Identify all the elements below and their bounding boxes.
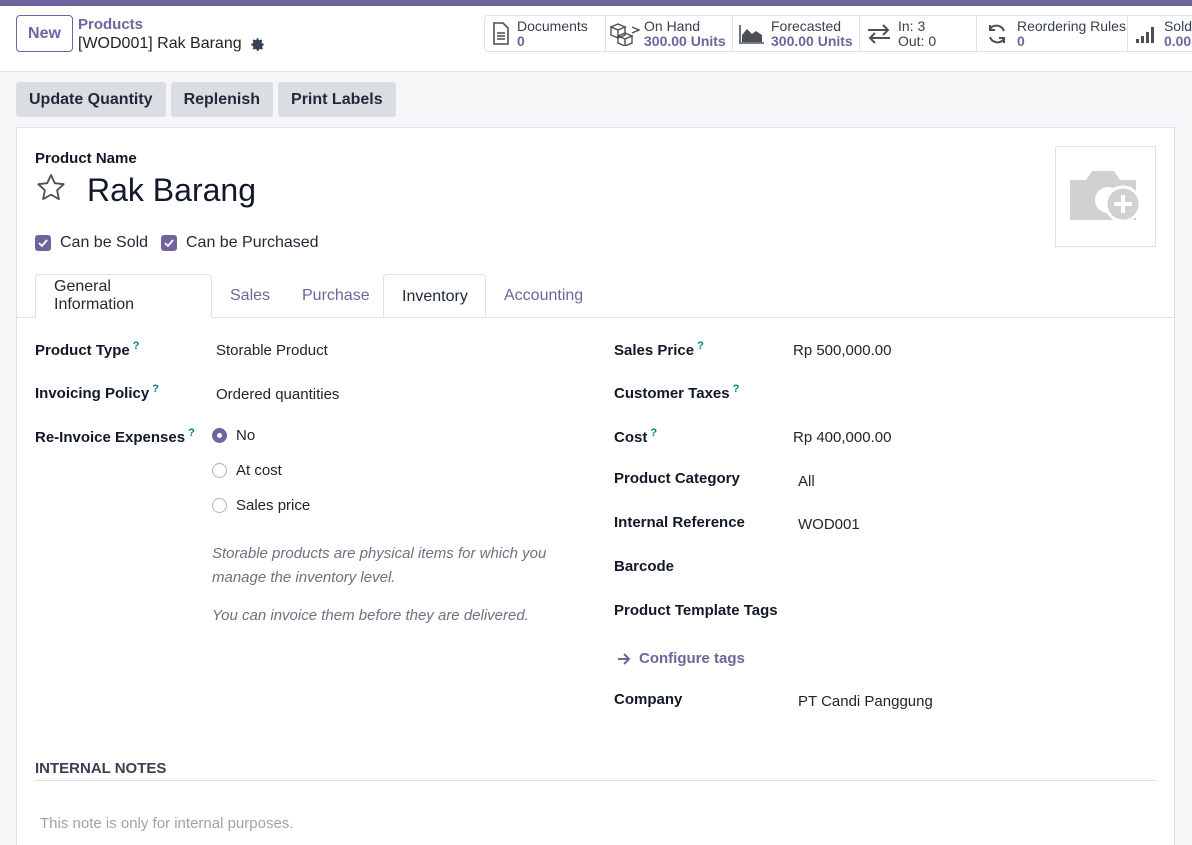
control-panel: New Products [WOD001] Rak Barang Documen… [0,6,1192,72]
breadcrumb-products-link[interactable]: Products [78,16,143,33]
tab-accounting[interactable]: Accounting [486,274,601,318]
sales-price-label-text: Sales Price [614,342,695,359]
new-button[interactable]: New [16,15,73,52]
product-name-input[interactable]: Rak Barang [87,172,256,209]
replenish-button[interactable]: Replenish [170,82,274,117]
stat-label: Documents [517,17,588,34]
product-type-label-text: Product Type [35,342,130,359]
tab-purchase[interactable]: Purchase [284,274,388,318]
reinvoice-radio-at-cost[interactable]: At cost [212,462,282,479]
radio-label: At cost [236,462,282,479]
product-type-help-text: Storable products are physical items for… [212,545,547,586]
invoice-help-text: You can invoice them before they are del… [212,607,529,624]
company-select[interactable]: PT Candi Panggung [798,693,933,710]
company-label: Company [614,691,683,708]
arrow-right-icon [618,652,631,665]
breadcrumb-current-label: [WOD001] Rak Barang [78,35,242,52]
documents-stat-button[interactable]: Documents 0 [484,15,606,52]
invoicing-policy-label: Invoicing Policy? [35,383,159,402]
help-tooltip-icon[interactable]: ? [152,383,159,395]
radio-empty-icon [212,498,227,513]
internal-notes-input[interactable]: This note is only for internal purposes. [40,815,293,832]
customer-taxes-label: Customer Taxes? [614,383,739,402]
stat-label: Forecasted [771,17,842,34]
can-be-purchased-checkbox[interactable]: Can be Purchased [161,234,319,252]
reordering-rules-stat-button[interactable]: Reordering Rules 0 [976,15,1128,52]
can-be-purchased-label: Can be Purchased [186,234,319,251]
gear-icon[interactable] [250,37,265,52]
on-hand-stat-button[interactable]: On Hand 300.00 Units [605,15,733,52]
area-chart-icon [733,23,771,45]
internal-notes-divider [35,780,1156,781]
stat-value: 0 [517,32,525,49]
checkmark-icon [35,235,51,251]
stat-label: Sold [1163,17,1192,34]
tab-general-information[interactable]: General Information [35,274,212,318]
forecasted-stat-button[interactable]: Forecasted 300.00 Units [732,15,860,52]
sold-stat-button[interactable]: Sold 0.00 [1127,15,1192,52]
bar-signal-icon [1128,24,1164,44]
camera-add-icon [1069,170,1141,222]
stat-value: Out: 0 [898,32,937,49]
internal-reference-input[interactable]: WOD001 [798,516,860,533]
update-quantity-button[interactable]: Update Quantity [16,82,166,117]
reinvoice-radio-sales-price[interactable]: Sales price [212,497,310,514]
product-type-label: Product Type? [35,340,139,359]
internal-reference-label: Internal Reference [614,514,745,531]
reinvoice-radio-no[interactable]: No [212,427,255,444]
sales-price-input[interactable]: Rp 500,000.00 [793,342,891,359]
cost-label-text: Cost [614,429,648,446]
product-image-upload[interactable] [1055,146,1156,247]
tab-inventory[interactable]: Inventory [383,274,486,318]
configure-tags-link[interactable]: Configure tags [617,650,745,667]
can-be-sold-checkbox[interactable]: Can be Sold [35,234,148,252]
invoicing-policy-select[interactable]: Ordered quantities [216,386,339,403]
stat-value: 0.00 [1163,32,1192,49]
star-icon[interactable] [35,172,67,204]
product-template-tags-label: Product Template Tags [614,602,778,619]
configure-tags-label: Configure tags [639,650,745,667]
cubes-icon [606,22,644,46]
document-icon [485,21,517,46]
print-labels-button[interactable]: Print Labels [278,82,396,117]
help-tooltip-icon[interactable]: ? [133,340,140,352]
in-out-stat-button[interactable]: In: 3 Out: 0 [859,15,977,52]
help-tooltip-icon[interactable]: ? [697,340,704,352]
radio-label: No [236,427,256,444]
stat-label: Reordering Rules [1017,17,1126,34]
action-buttons: Update Quantity Replenish Print Labels [16,82,396,117]
arrows-exchange-icon [860,23,898,44]
checkmark-icon [161,235,177,251]
internal-notes-title: INTERNAL NOTES [35,760,167,777]
help-tooltip-icon[interactable]: ? [650,427,657,439]
stat-value: 300.00 Units [771,32,853,49]
radio-selected-icon [212,428,227,443]
stat-value: 300.00 Units [644,32,726,49]
invoicing-policy-label-text: Invoicing Policy [35,385,150,402]
product-category-label: Product Category [614,470,740,487]
help-tooltip-icon[interactable]: ? [188,427,195,439]
barcode-label: Barcode [614,558,675,575]
radio-label: Sales price [236,497,311,514]
product-category-select[interactable]: All [798,473,815,490]
help-tooltip-icon[interactable]: ? [733,383,740,395]
reinvoice-expenses-label: Re-Invoice Expenses? [35,427,195,446]
stat-label: On Hand [644,17,701,34]
can-be-sold-label: Can be Sold [60,234,149,251]
tab-sales[interactable]: Sales [212,274,288,318]
radio-empty-icon [212,463,227,478]
refresh-icon [977,23,1017,45]
sales-price-label: Sales Price? [614,340,704,359]
stat-value: 0 [1017,32,1025,49]
customer-taxes-label-text: Customer Taxes [614,385,730,402]
product-name-label: Product Name [35,150,137,167]
cost-label: Cost? [614,427,657,446]
stat-label: In: 3 [898,17,926,34]
cost-input[interactable]: Rp 400,000.00 [793,429,891,446]
breadcrumb-current: [WOD001] Rak Barang [78,35,265,53]
product-type-select[interactable]: Storable Product [216,342,328,359]
reinvoice-expenses-label-text: Re-Invoice Expenses [35,429,186,446]
